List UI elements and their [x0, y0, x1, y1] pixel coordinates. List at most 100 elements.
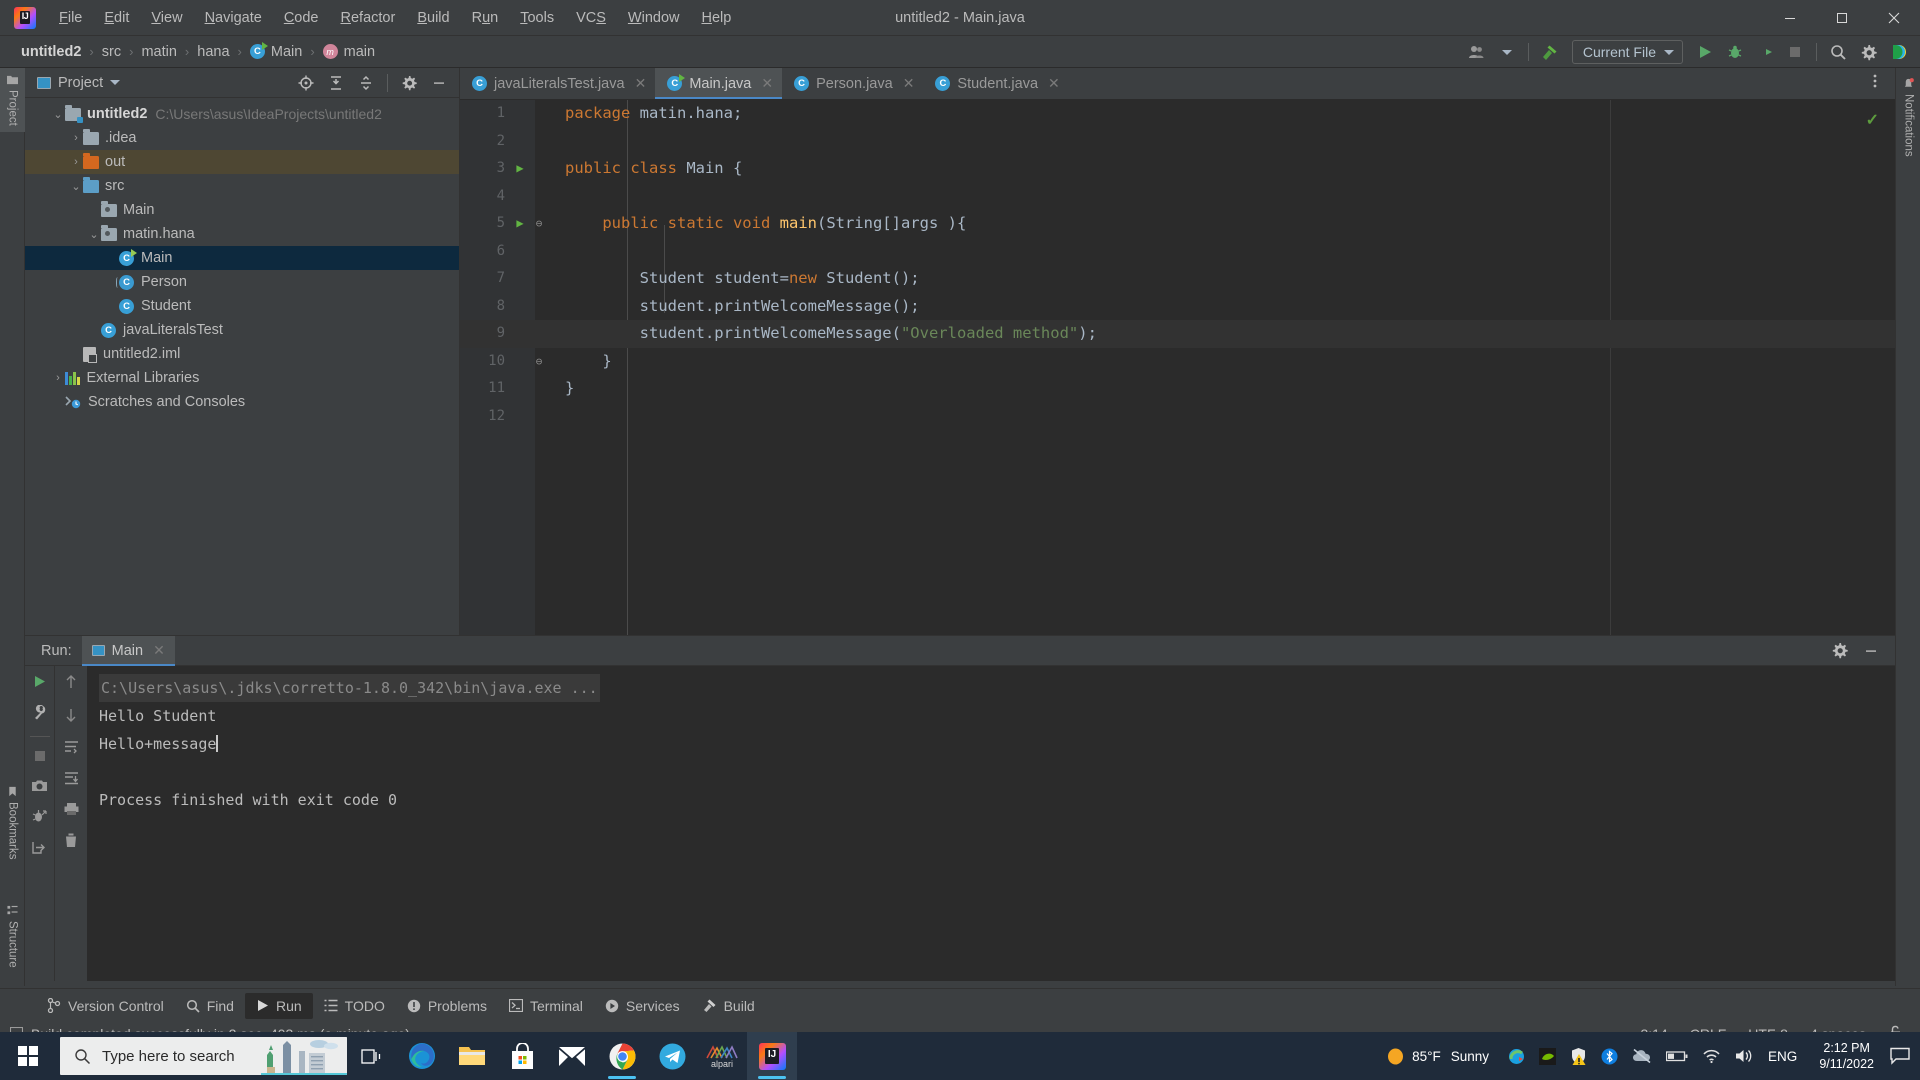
battery-icon[interactable] — [1659, 1049, 1695, 1063]
microsoft-store-icon[interactable] — [497, 1032, 547, 1080]
code-lines[interactable]: 1 package matin.hana; 2 3 ▶ public class Ma… — [460, 100, 1895, 635]
close-icon[interactable]: ✕ — [761, 75, 773, 92]
close-icon[interactable]: ✕ — [635, 75, 647, 92]
language-indicator[interactable]: ENG — [1762, 1049, 1809, 1064]
menu-view[interactable]: View — [140, 5, 193, 31]
select-opened-file-icon[interactable] — [292, 70, 320, 96]
tree-node-idea[interactable]: › .idea — [25, 126, 459, 150]
menu-edit[interactable]: Edit — [93, 5, 140, 31]
onedrive-offline-icon[interactable] — [1625, 1048, 1659, 1064]
menu-refactor[interactable]: Refactor — [330, 5, 407, 31]
wrench-icon[interactable] — [32, 704, 47, 724]
tool-button-todo[interactable]: TODO — [313, 993, 396, 1019]
run-gutter-icon[interactable]: ▶ — [512, 210, 528, 238]
breadcrumb-item-matin[interactable]: matin — [134, 42, 183, 62]
tree-node-package-matin-hana[interactable]: ⌄ matin.hana — [25, 222, 459, 246]
camera-icon[interactable] — [32, 779, 47, 797]
run-with-coverage-icon[interactable] — [1751, 39, 1779, 65]
settings-gear-icon[interactable] — [1854, 39, 1882, 65]
run-gutter-icon[interactable]: ▶ — [512, 155, 528, 183]
menu-code[interactable]: Code — [273, 5, 330, 31]
debug-bug-icon[interactable] — [32, 809, 47, 828]
menu-navigate[interactable]: Navigate — [194, 5, 273, 31]
tool-button-terminal[interactable]: Terminal — [498, 993, 594, 1019]
chevron-down-icon[interactable]: ⌄ — [69, 180, 83, 193]
sidebar-item-project[interactable]: Project — [0, 68, 25, 132]
settings-gear-icon[interactable] — [1825, 638, 1853, 664]
hide-panel-icon[interactable] — [425, 70, 453, 96]
debug-icon[interactable] — [1721, 39, 1749, 65]
tree-node-external-libraries[interactable]: › External Libraries — [25, 366, 459, 390]
tool-button-problems[interactable]: Problems — [396, 993, 498, 1019]
menu-window[interactable]: Window — [617, 5, 691, 31]
chevron-down-icon[interactable]: ⌄ — [51, 108, 65, 121]
tool-button-build[interactable]: Build — [691, 993, 766, 1019]
chevron-right-icon[interactable]: › — [51, 372, 65, 384]
chevron-down-icon[interactable]: ⌄ — [87, 228, 101, 241]
tab-javaliteralstest-java[interactable]: C javaLiteralsTest.java ✕ — [460, 68, 655, 99]
project-tree[interactable]: ⌄ untitled2 C:\Users\asus\IdeaProjects\u… — [25, 98, 459, 635]
menu-file[interactable]: File — [48, 5, 93, 31]
weather-temperature[interactable]: 85°F — [1412, 1049, 1451, 1064]
down-arrow-icon[interactable] — [64, 707, 78, 727]
maximize-button[interactable] — [1816, 0, 1868, 36]
console-output[interactable]: C:\Users\asus\.jdks\corretto-1.8.0_342\b… — [87, 666, 1895, 981]
menu-vcs[interactable]: VCS — [565, 5, 617, 31]
nvidia-icon[interactable] — [1532, 1047, 1563, 1065]
up-arrow-icon[interactable] — [64, 674, 78, 694]
trash-icon[interactable] — [64, 833, 78, 852]
volume-icon[interactable] — [1728, 1048, 1762, 1064]
tab-student-java[interactable]: C Student.java ✕ — [923, 68, 1068, 99]
file-explorer-icon[interactable] — [447, 1032, 497, 1080]
telegram-icon[interactable] — [647, 1032, 697, 1080]
profile-icon[interactable] — [1463, 39, 1491, 65]
fold-marker-icon[interactable]: ⊖ — [533, 210, 545, 238]
scroll-to-end-icon[interactable] — [64, 771, 79, 789]
breadcrumb-item-main-class[interactable]: C Main — [243, 42, 309, 62]
tool-button-version-control[interactable]: Version Control — [36, 993, 175, 1019]
close-button[interactable] — [1868, 0, 1920, 36]
intel-graphics-icon[interactable] — [1501, 1048, 1532, 1065]
search-input[interactable]: Type here to search — [60, 1037, 347, 1075]
run-tab-main[interactable]: Main ✕ — [81, 635, 175, 666]
tree-node-scratches[interactable]: Scratches and Consoles — [25, 390, 459, 414]
task-view-icon[interactable] — [347, 1032, 397, 1080]
rerun-icon[interactable] — [32, 674, 47, 693]
print-icon[interactable] — [64, 802, 79, 820]
tree-node-class-main[interactable]: C Main — [25, 246, 459, 270]
chevron-down-icon[interactable] — [1493, 39, 1521, 65]
chevron-down-icon[interactable] — [110, 80, 121, 85]
minimize-button[interactable] — [1764, 0, 1816, 36]
bluetooth-icon[interactable] — [1594, 1048, 1625, 1065]
soft-wrap-icon[interactable] — [64, 740, 79, 758]
tool-button-services[interactable]: Services — [594, 993, 691, 1019]
chevron-right-icon[interactable]: › — [69, 156, 83, 168]
tool-button-find[interactable]: Find — [175, 993, 245, 1019]
run-configuration-selector[interactable]: Current File — [1571, 40, 1683, 64]
menu-build[interactable]: Build — [406, 5, 460, 31]
intellij-idea-icon[interactable]: IJ — [747, 1032, 797, 1080]
fold-marker-icon[interactable]: ⊖ — [533, 348, 545, 376]
sidebar-item-structure[interactable]: Structure — [0, 899, 25, 974]
notifications-icon[interactable] — [1884, 1032, 1916, 1080]
collapse-all-icon[interactable] — [352, 70, 380, 96]
stop-icon[interactable] — [33, 749, 47, 767]
breadcrumb-item-main-method[interactable]: m main — [316, 42, 382, 62]
breadcrumb-item-hana[interactable]: hana — [190, 42, 236, 62]
clock[interactable]: 2:12 PM 9/11/2022 — [1809, 1040, 1884, 1072]
menu-tools[interactable]: Tools — [509, 5, 565, 31]
stop-icon[interactable] — [1781, 39, 1809, 65]
start-button[interactable] — [0, 1032, 56, 1080]
settings-gear-icon[interactable] — [395, 70, 423, 96]
tree-node-out[interactable]: › out — [25, 150, 459, 174]
tree-node-src[interactable]: ⌄ src — [25, 174, 459, 198]
tab-main-java[interactable]: C Main.java ✕ — [655, 68, 783, 99]
tree-node-class-student[interactable]: C Student — [25, 294, 459, 318]
sidebar-item-notifications[interactable]: Notifications — [1896, 72, 1920, 163]
wifi-icon[interactable] — [1695, 1048, 1728, 1064]
tree-node-iml-file[interactable]: untitled2.iml — [25, 342, 459, 366]
build-hammer-icon[interactable] — [1536, 39, 1564, 65]
sidebar-item-bookmarks[interactable]: Bookmarks — [0, 780, 25, 866]
tree-node-class-person[interactable]: C Person — [25, 270, 459, 294]
menu-help[interactable]: Help — [690, 5, 742, 31]
